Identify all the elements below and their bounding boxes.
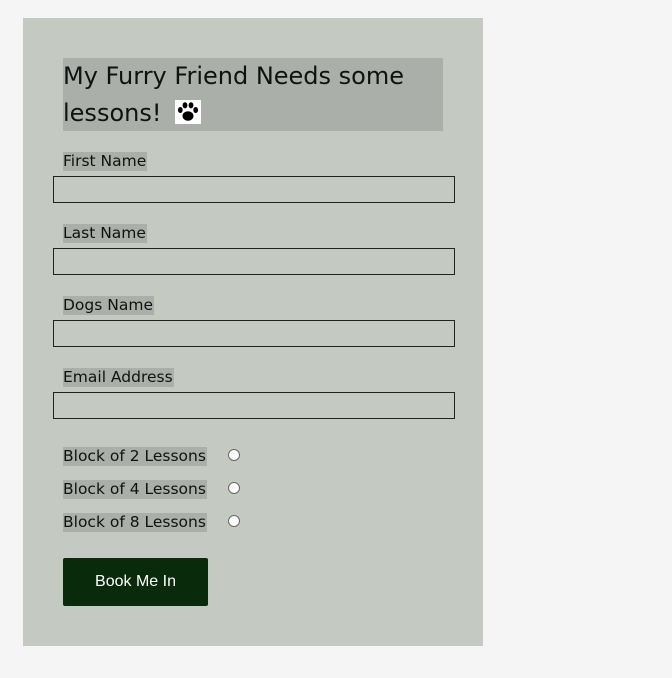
form-header: My Furry Friend Needs some lessons! [63,58,443,131]
email-address-field[interactable] [53,392,455,419]
last-name-label: Last Name [63,224,147,243]
booking-form-card: My Furry Friend Needs some lessons! Firs… [23,18,483,646]
first-name-label: First Name [63,152,148,171]
book-me-in-button[interactable]: Book Me In [63,558,208,606]
lesson-option-2-label: Block of 2 Lessons [63,447,207,466]
lesson-option-8-radio[interactable] [228,515,240,527]
email-address-label: Email Address [63,368,174,387]
paw-icon [175,100,202,124]
lesson-option-4-label: Block of 4 Lessons [63,480,207,499]
dogs-name-field[interactable] [53,320,455,347]
last-name-field[interactable] [53,248,455,275]
form-title: My Furry Friend Needs some lessons! [63,58,443,132]
form-title-text: My Furry Friend Needs some lessons! [63,62,405,127]
lesson-option-4-radio[interactable] [228,482,240,494]
lesson-option-8-label: Block of 8 Lessons [63,513,207,532]
first-name-field[interactable] [53,176,455,203]
dogs-name-label: Dogs Name [63,296,154,315]
lesson-option-2-radio[interactable] [228,449,240,461]
